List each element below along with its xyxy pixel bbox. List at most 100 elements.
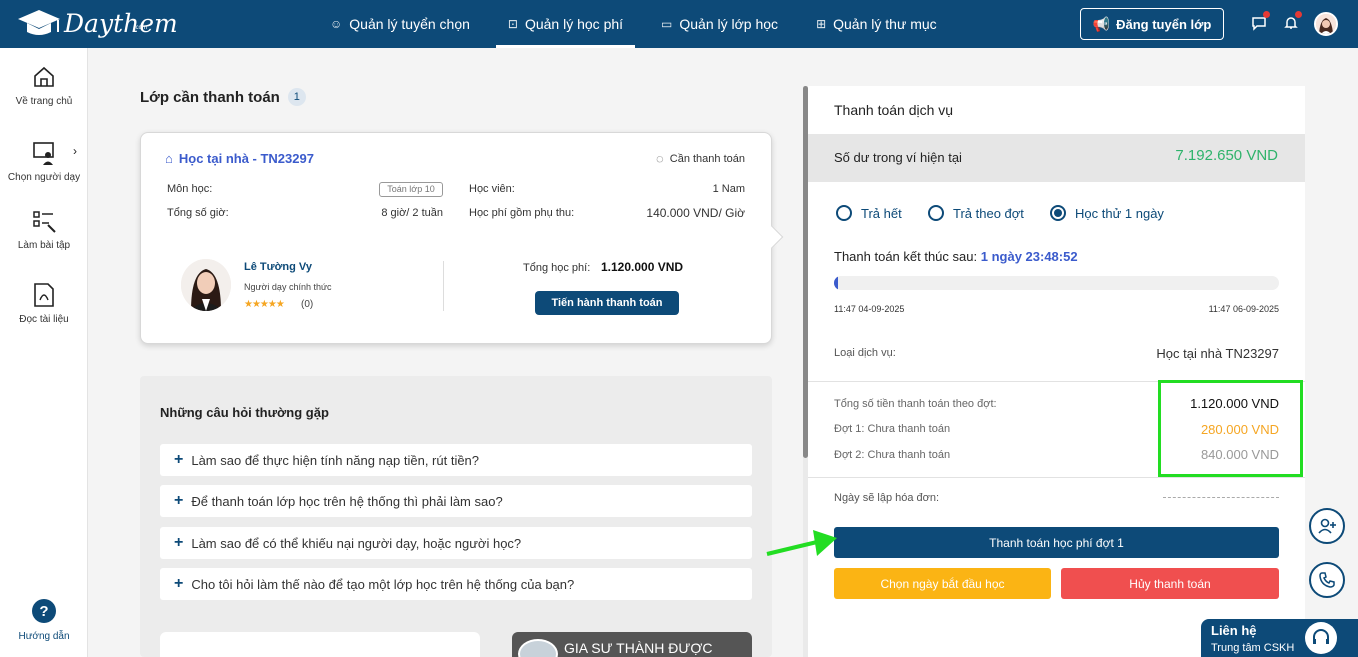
video-title: GIA SƯ THÀNH ĐƯỢC [564, 640, 713, 656]
payment-panel: Thanh toán dịch vụ Số dư trong ví hiện t… [808, 86, 1305, 657]
add-user-icon [1318, 518, 1336, 534]
nav-tuition[interactable]: ⊡ Quản lý học phí [495, 0, 636, 48]
total-fee-label: Tổng học phí: [523, 262, 591, 274]
status-badge: ◌ Cần thanh toán [656, 151, 745, 166]
nav-label: Quản lý lớp học [679, 16, 779, 32]
balance-value: 7.192.650 VND [1175, 147, 1278, 164]
rating-stars: ★★★★★ [244, 299, 285, 310]
sidebar-label: Chọn người dạy [7, 172, 81, 183]
divider [443, 261, 444, 311]
main-nav: ☺ Quản lý tuyển chọn ⊡ Quản lý học phí ▭… [318, 0, 963, 48]
post-class-label: Đăng tuyển lớp [1116, 16, 1212, 32]
sidebar-label: Đọc tài liệu [19, 314, 69, 325]
add-contact-button[interactable] [1309, 508, 1345, 544]
sidebar: Về trang chủ Chọn người dạy › Làm bài tậ… [0, 48, 88, 657]
logo-text: Daythem [64, 8, 178, 38]
rate-label: Học phí gồm phụ thu: [469, 207, 575, 219]
faq-item[interactable]: + Làm sao để thực hiện tính năng nạp tiề… [160, 444, 752, 476]
nav-folders[interactable]: ⊞ Quản lý thư mục [804, 0, 949, 48]
headset-icon [1305, 622, 1337, 654]
payment-title: Thanh toán dịch vụ [834, 102, 954, 118]
countdown-value: 1 ngày 23:48:52 [980, 249, 1078, 264]
nav-label: Quản lý tuyển chọn [349, 16, 470, 32]
total-installment-label: Tổng số tiền thanh toán theo đợt: [834, 398, 997, 410]
phone-icon [1319, 572, 1335, 588]
radio-icon [928, 205, 944, 221]
post-class-button[interactable]: 📢 Đăng tuyển lớp [1080, 8, 1224, 40]
contact-title: Liên hệ [1211, 623, 1257, 638]
hours-value: 8 giờ/ 2 tuần [381, 207, 443, 219]
countdown-label: Thanh toán kết thúc sau: [834, 249, 978, 264]
user-avatar[interactable] [1314, 12, 1338, 36]
service-label: Loại dịch vụ: [834, 347, 896, 359]
card-pointer [760, 225, 784, 249]
class-title[interactable]: ⌂ Học tại nhà - TN23297 [165, 151, 314, 166]
service-value: Học tại nhà TN23297 [1156, 346, 1279, 361]
highlight-annotation [1158, 380, 1303, 477]
plus-icon: + [174, 534, 184, 551]
faq-question: Làm sao để thực hiện tính năng nạp tiền,… [191, 452, 480, 468]
cancel-payment-button[interactable]: Hủy thanh toán [1061, 568, 1279, 599]
top-bar: Daythem .com ☺ Quản lý tuyển chọn ⊡ Quản… [0, 0, 1358, 48]
faq-title: Những câu hỏi thường gặp [160, 405, 329, 420]
class-title-text: Học tại nhà - TN23297 [178, 151, 314, 166]
notification-dot [1263, 11, 1270, 18]
count-badge: 1 [287, 88, 306, 106]
nav-label: Quản lý học phí [524, 16, 624, 32]
faq-item[interactable]: + Làm sao để có thể khiếu nại người dạy,… [160, 527, 752, 559]
money-icon: ⊡ [507, 17, 518, 31]
chevron-right-icon[interactable]: › [73, 144, 77, 158]
nav-recruitment[interactable]: ☺ Quản lý tuyển chọn [318, 0, 482, 48]
option-label: Học thử 1 ngày [1075, 205, 1164, 221]
video-card[interactable]: GIA SƯ THÀNH ĐƯỢC [512, 632, 752, 657]
logo-subtext: .com [134, 25, 148, 31]
balance-label: Số dư trong ví hiện tại [834, 150, 962, 165]
start-time: 11:47 04-09-2025 [834, 304, 905, 314]
loading-icon: ◌ [656, 151, 664, 166]
sidebar-label: Hướng dẫn [18, 631, 70, 642]
customer-care-widget[interactable]: Liên hệ Trung tâm CSKH [1201, 619, 1358, 657]
contact-subtitle: Trung tâm CSKH [1211, 642, 1295, 654]
tutor-avatar[interactable] [181, 259, 231, 311]
call-button[interactable] [1309, 562, 1345, 598]
sidebar-label: Làm bài tập [17, 240, 71, 251]
tutor-name[interactable]: Lê Tường Vy [244, 261, 312, 273]
tutor-role: Người dạy chính thức [244, 282, 332, 292]
option-pay-all[interactable]: Trả hết [836, 205, 902, 221]
faq-question: Cho tôi hỏi làm thế nào để tạo một lớp h… [191, 576, 575, 592]
total-fee-value: 1.120.000 VND [601, 260, 684, 274]
balance-row: Số dư trong ví hiện tại 7.192.650 VND [808, 134, 1305, 182]
pay-installment-button[interactable]: Thanh toán học phí đợt 1 [834, 527, 1279, 558]
page-title-text: Lớp cần thanh toán [140, 88, 280, 106]
subject-label: Môn học: [167, 183, 213, 195]
teacher-icon [31, 140, 57, 166]
faq-item[interactable]: + Để thanh toán lớp học trên hệ thống th… [160, 485, 752, 517]
faq-question: Làm sao để có thể khiếu nại người dạy, h… [191, 535, 522, 551]
review-count: (0) [301, 299, 314, 310]
installment-1-label: Đợt 1: Chưa thanh toán [834, 423, 951, 435]
option-trial-day[interactable]: Học thử 1 ngày [1050, 205, 1164, 221]
option-label: Trả hết [861, 205, 902, 221]
bell-icon[interactable] [1281, 11, 1302, 33]
notification-dot [1295, 11, 1302, 18]
sidebar-item-home[interactable]: Về trang chủ [0, 64, 88, 107]
sidebar-item-exercises[interactable]: Làm bài tập [0, 208, 88, 251]
plus-icon: + [174, 492, 184, 509]
folder-icon: ⊞ [816, 17, 827, 31]
sidebar-item-help[interactable]: ? Hướng dẫn [0, 599, 88, 642]
subject-tag: Toán lớp 10 [379, 182, 443, 197]
choose-start-date-button[interactable]: Chọn ngày bắt đầu học [834, 568, 1051, 599]
logo[interactable]: Daythem [16, 6, 178, 40]
nav-classes[interactable]: ▭ Quản lý lớp học [649, 0, 790, 48]
proceed-payment-button[interactable]: Tiến hành thanh toán [535, 291, 679, 315]
people-icon: ☺ [330, 17, 343, 31]
faq-item[interactable]: + Cho tôi hỏi làm thế nào để tạo một lớp… [160, 568, 752, 600]
status-text: Cần thanh toán [669, 152, 745, 165]
info-card [160, 632, 480, 657]
option-pay-installments[interactable]: Trả theo đợt [928, 205, 1024, 221]
sidebar-item-documents[interactable]: Đọc tài liệu [0, 282, 88, 325]
radio-icon [836, 205, 852, 221]
video-logo [518, 639, 558, 657]
chat-icon[interactable] [1249, 11, 1270, 33]
class-card[interactable]: ⌂ Học tại nhà - TN23297 ◌ Cần thanh toán… [140, 132, 784, 344]
